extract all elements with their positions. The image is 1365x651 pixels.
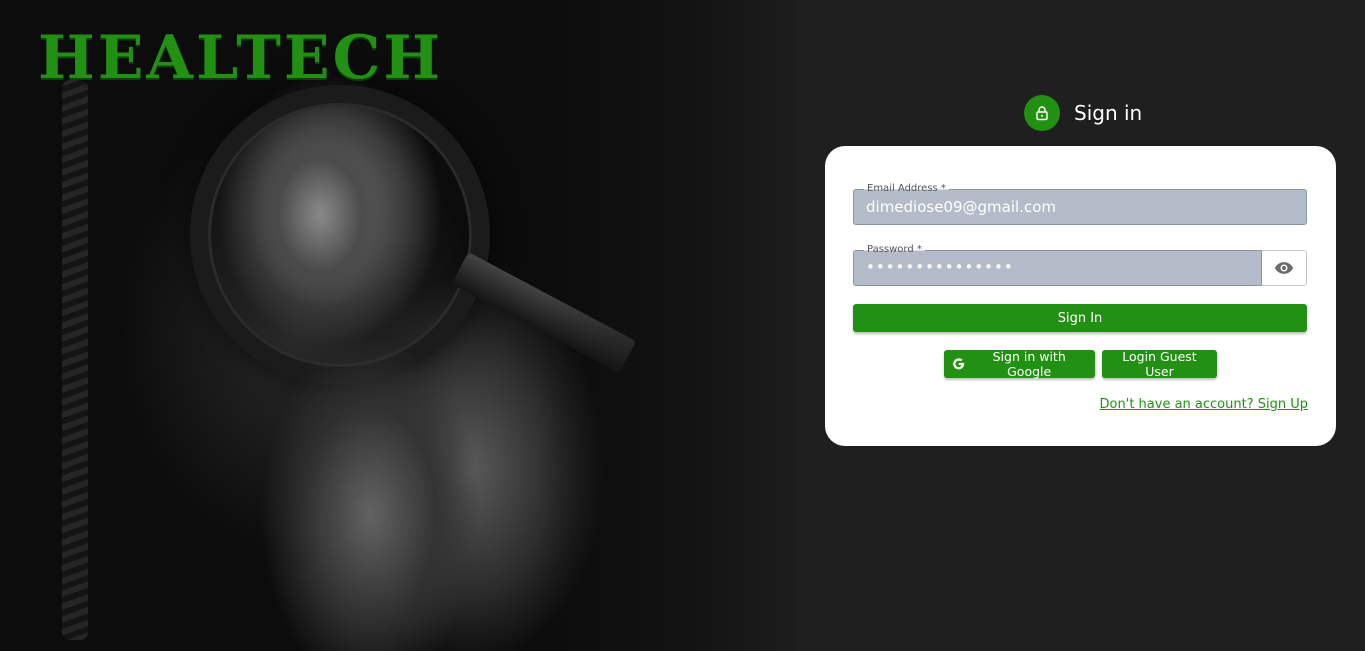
password-value: ••••••••••••••• <box>866 258 1014 276</box>
sign-in-button[interactable]: Sign In <box>853 304 1307 332</box>
login-page: HEALTECH Sign in Email Address * dimedio… <box>0 0 1365 651</box>
google-sign-in-button[interactable]: Sign in with Google <box>944 349 1095 379</box>
page-title: Sign in <box>1074 101 1143 125</box>
google-icon <box>953 358 965 370</box>
password-field[interactable]: Password * ••••••••••••••• <box>853 243 1262 286</box>
auth-panel: Sign in Email Address * dimediose09@gmai… <box>796 0 1365 651</box>
eye-icon <box>1274 262 1294 274</box>
login-card: Email Address * dimediose09@gmail.com Pa… <box>825 146 1336 446</box>
email-value: dimediose09@gmail.com <box>866 198 1056 216</box>
auth-header: Sign in <box>1024 95 1142 131</box>
password-label: Password * <box>864 243 925 257</box>
google-sign-in-label: Sign in with Google <box>992 349 1066 379</box>
sign-up-link[interactable]: Don't have an account? Sign Up <box>1100 397 1308 412</box>
lock-icon <box>1024 95 1060 131</box>
toggle-password-button[interactable] <box>1262 250 1307 286</box>
brand-logo: HEALTECH <box>38 23 444 93</box>
email-field[interactable]: Email Address * dimediose09@gmail.com <box>853 182 1307 225</box>
athlete-figure <box>230 95 480 651</box>
alt-login-row: Sign in with Google Login Guest User <box>944 349 1217 379</box>
hero-photo: HEALTECH <box>0 0 796 651</box>
hero-shadow <box>536 0 796 651</box>
email-label: Email Address * <box>864 182 949 196</box>
gym-rope <box>62 80 88 640</box>
guest-login-button[interactable]: Login Guest User <box>1102 349 1217 379</box>
